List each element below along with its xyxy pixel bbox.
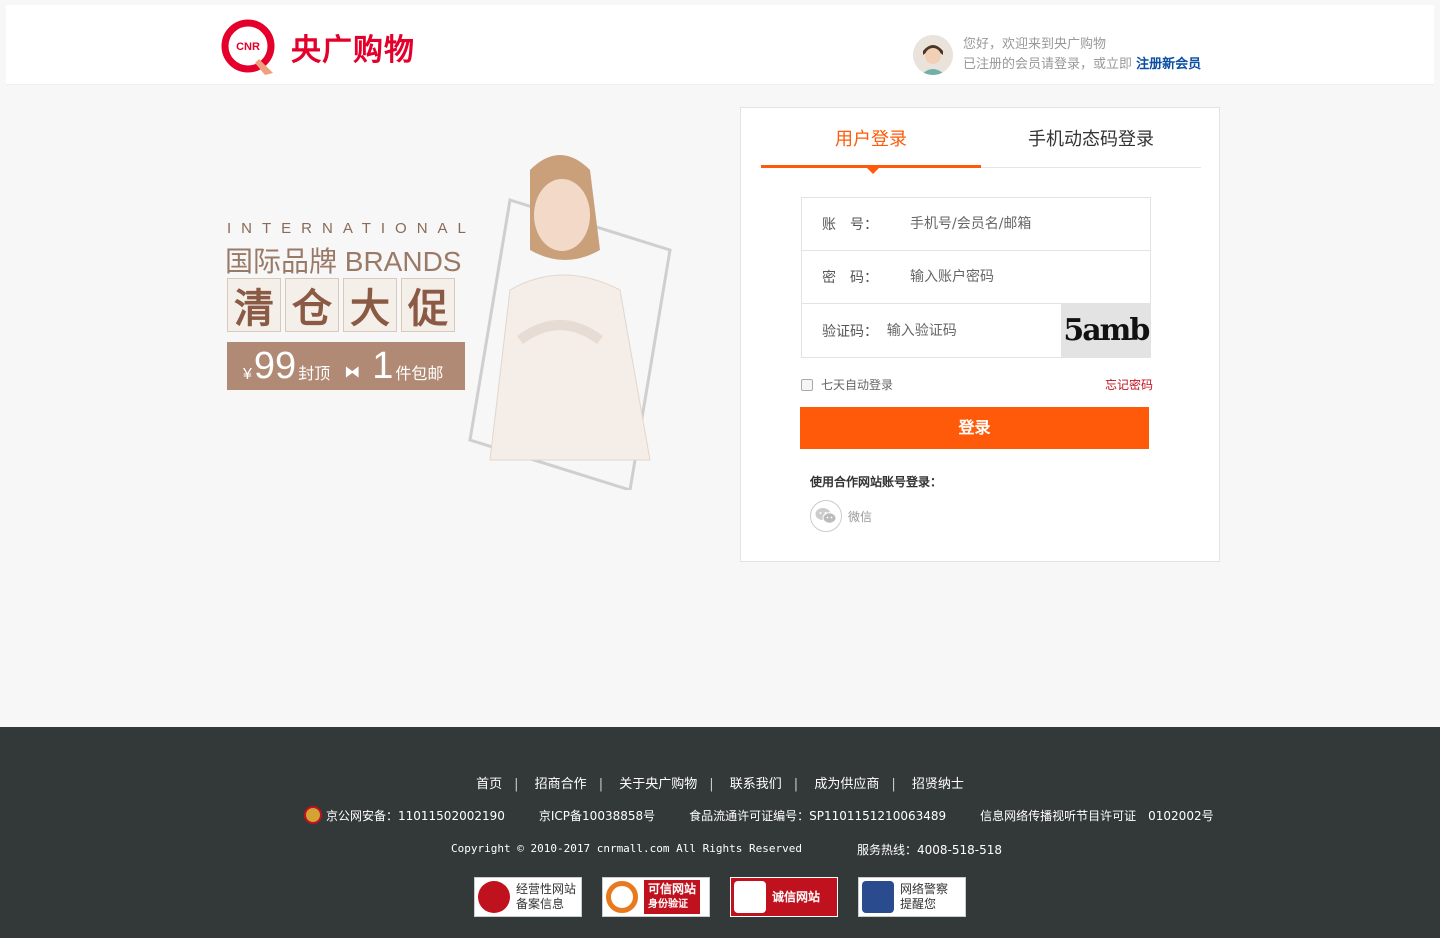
account-row: 账 号： xyxy=(802,198,1150,251)
captcha-input[interactable] xyxy=(886,304,1061,357)
av-license: 信息网络传播视听节目许可证 0102002号 xyxy=(980,808,1214,823)
bundle-count: 1 xyxy=(372,345,394,387)
copyright: Copyright © 2010-2017 cnrmall.com All Ri… xyxy=(451,842,802,855)
price-symbol: ¥ xyxy=(243,366,252,383)
site-header: CNR 央广购物 您好，欢迎来到央广购物 已注册的会员请登录，或立即 注册新会员 xyxy=(6,5,1434,85)
service-hotline: 服务热线：4008-518-518 xyxy=(857,843,1003,857)
password-row: 密 码： xyxy=(802,251,1150,304)
password-input[interactable] xyxy=(910,251,1150,303)
integrity-icon xyxy=(734,881,766,913)
account-label: 账 号： xyxy=(822,217,878,233)
welcome-hint: 已注册的会员请登录，或立即 xyxy=(963,57,1133,72)
remember-checkbox[interactable] xyxy=(801,378,813,391)
welcome-greeting: 您好，欢迎来到央广购物 xyxy=(963,37,1107,52)
police-record[interactable]: 京公网安备：11011502002190 xyxy=(326,807,505,824)
trust-badges: 经营性网站 备案信息 可信网站身份验证 诚信网站 网络警察 提醒您 xyxy=(474,877,966,917)
footer-link-merchant[interactable]: 招商合作 xyxy=(535,777,587,792)
food-license: 食品流通许可证编号：SP1101151210063489 xyxy=(689,808,947,823)
welcome-block: 您好，欢迎来到央广购物 已注册的会员请登录，或立即 注册新会员 xyxy=(913,35,1201,75)
bowtie-icon: ⧓ xyxy=(344,364,361,381)
nav-separator: | xyxy=(598,777,604,792)
captcha-row: 验证码： 5amb xyxy=(802,304,1150,357)
footer-link-home[interactable]: 首页 xyxy=(476,777,502,792)
account-input[interactable] xyxy=(910,198,1150,250)
nav-separator: | xyxy=(709,777,714,792)
police-icon xyxy=(862,881,894,913)
price-value: 99 xyxy=(253,345,297,387)
banner-price-strip: ¥ 99 封顶 ⧓ 1 件包邮 xyxy=(227,342,465,390)
badge-business-record[interactable]: 经营性网站 备案信息 xyxy=(474,877,582,917)
footer-link-jobs[interactable]: 招贤纳士 xyxy=(912,777,964,792)
wechat-icon[interactable] xyxy=(810,500,842,532)
captcha-image[interactable]: 5amb xyxy=(1060,304,1150,357)
badge-line: 提醒您 xyxy=(900,897,937,911)
footer-link-supplier[interactable]: 成为供应商 xyxy=(814,777,879,792)
nav-separator: | xyxy=(514,777,519,792)
banner-en-title: INTERNATIONAL xyxy=(227,220,476,237)
remember-me[interactable]: 七天自动登录 xyxy=(801,376,893,393)
footer-link-about[interactable]: 关于央广购物 xyxy=(619,777,697,792)
logo-text: 央广购物 xyxy=(291,33,415,68)
login-form: 账 号： 密 码： 验证码： 5amb xyxy=(801,197,1151,358)
badge-line: 网络警察 xyxy=(900,882,949,896)
wechat-label: 微信 xyxy=(848,509,873,524)
password-label: 密 码： xyxy=(822,270,878,286)
badge-line: 备案信息 xyxy=(516,897,565,911)
promo-banner[interactable]: INTERNATIONAL 国际品牌 BRANDS 清 仓 大 促 ¥ 99 封… xyxy=(220,130,680,492)
cnr-logo-icon: CNR xyxy=(221,19,277,75)
badge-line: 诚信网站 xyxy=(772,889,821,904)
badge-line: 身份验证 xyxy=(648,899,688,910)
banner-brand-title: 国际品牌 BRANDS xyxy=(225,246,462,277)
promo-char: 促 xyxy=(401,278,455,332)
bundle-suffix: 件包邮 xyxy=(395,366,444,383)
police-emblem-icon xyxy=(304,806,322,824)
login-tabs: 用户登录 手机动态码登录 xyxy=(761,108,1201,174)
site-footer: 首页 | 招商合作 | 关于央广购物 | 联系我们 | 成为供应商 | 招贤纳士 京公网安… xyxy=(0,727,1440,938)
badge-line: 可信网站 xyxy=(648,882,697,896)
wechat-login[interactable]: 微信 xyxy=(810,500,872,532)
promo-char: 仓 xyxy=(285,278,339,332)
badge-integrity[interactable]: 诚信网站 xyxy=(730,877,838,917)
price-suffix: 封顶 xyxy=(298,366,331,383)
login-button[interactable]: 登录 xyxy=(800,407,1149,449)
promo-char: 清 xyxy=(227,278,281,332)
login-panel: 用户登录 手机动态码登录 账 号： 密 码： 验证码： 5amb 七天自动登录 … xyxy=(740,107,1220,562)
icp-record[interactable]: 京ICP备10038858号 xyxy=(539,807,655,824)
captcha-label: 验证码： xyxy=(822,323,878,340)
register-link[interactable]: 注册新会员 xyxy=(1136,57,1201,72)
forgot-password-link[interactable]: 忘记密码 xyxy=(1105,376,1153,393)
badge-cyber-police[interactable]: 网络警察 提醒您 xyxy=(858,877,966,917)
model-image xyxy=(450,140,680,492)
avatar xyxy=(913,35,953,75)
remember-label: 七天自动登录 xyxy=(821,378,894,392)
footer-nav: 首页 | 招商合作 | 关于央广购物 | 联系我们 | 成为供应商 | 招贤纳士 xyxy=(0,773,1440,792)
tab-sms-login[interactable]: 手机动态码登录 xyxy=(981,108,1201,168)
nav-separator: | xyxy=(793,777,799,792)
badge-line: 经营性网站 xyxy=(516,882,577,896)
footer-registration: 京公网安备：11011502002190 京ICP备10038858号 食品流通… xyxy=(304,806,1248,824)
badge-trusted-site[interactable]: 可信网站 身份验证 xyxy=(602,877,710,917)
svg-text:CNR: CNR xyxy=(236,41,260,53)
banner-promo-chars: 清 仓 大 促 xyxy=(227,278,455,332)
partner-login-title: 使用合作网站账号登录： xyxy=(810,475,943,489)
nav-separator: | xyxy=(891,777,896,792)
trusted-site-icon xyxy=(606,881,638,913)
footer-link-contact[interactable]: 联系我们 xyxy=(730,777,782,792)
site-logo[interactable]: CNR 央广购物 xyxy=(221,19,415,75)
tab-user-login[interactable]: 用户登录 xyxy=(761,108,981,174)
emblem-icon xyxy=(478,881,510,913)
promo-char: 大 xyxy=(343,278,397,332)
